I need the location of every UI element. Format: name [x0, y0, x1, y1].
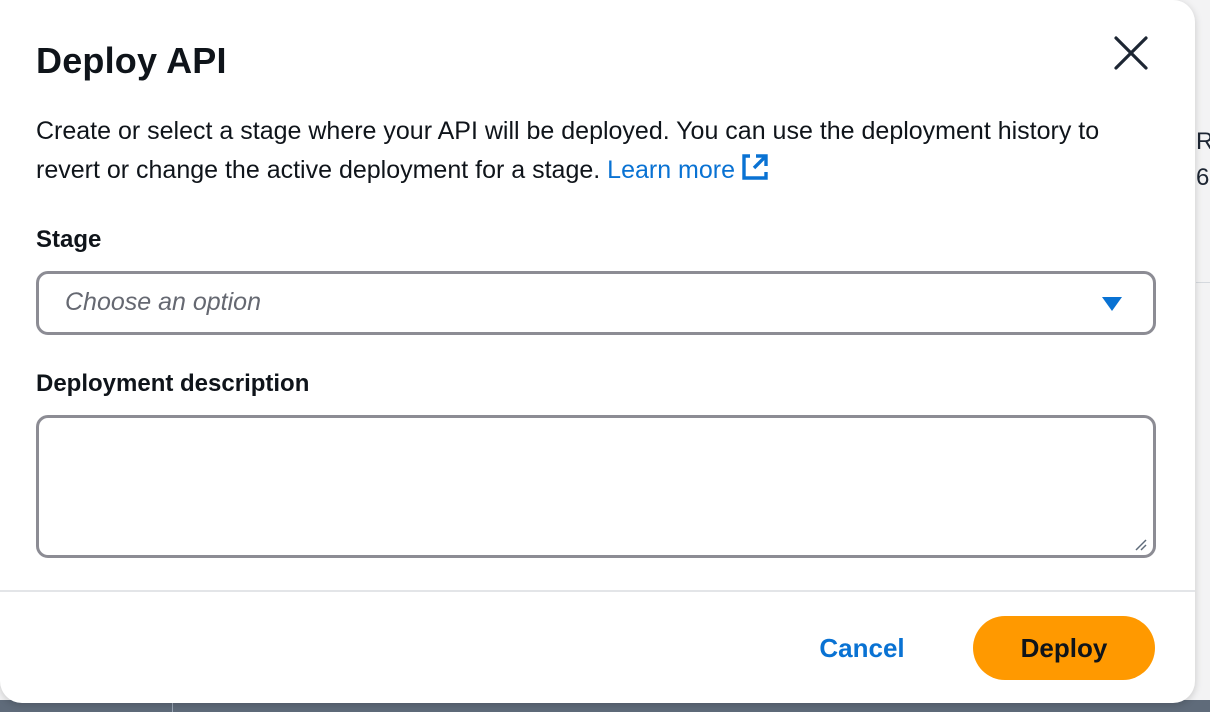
stage-select-placeholder: Choose an option [65, 288, 261, 316]
cancel-button[interactable]: Cancel [800, 616, 924, 680]
stage-select[interactable]: Choose an option [36, 271, 1156, 335]
stage-label: Stage [36, 226, 102, 253]
learn-more-label: Learn more [607, 156, 736, 184]
close-button[interactable] [1108, 30, 1152, 74]
learn-more-link[interactable]: Learn more [607, 154, 771, 184]
modal-description: Create or select a stage where your API … [36, 112, 1156, 193]
external-link-icon [741, 153, 771, 193]
deployment-description-input[interactable] [36, 415, 1156, 558]
deploy-button[interactable]: Deploy [973, 616, 1155, 680]
deployment-description-label: Deployment description [36, 370, 310, 397]
caret-down-icon [1101, 296, 1123, 317]
background-text-peek: Re [1196, 128, 1210, 155]
description-text: Create or select a stage where your API … [36, 117, 1100, 184]
close-icon [1108, 36, 1152, 77]
modal-title: Deploy API [36, 40, 227, 81]
footer-divider [0, 590, 1195, 592]
deploy-api-modal: Deploy API Create or select a stage wher… [0, 0, 1195, 703]
background-divider [1196, 282, 1210, 283]
background-text-peek: 6 [1196, 164, 1210, 191]
resize-handle-icon[interactable] [1132, 536, 1148, 557]
